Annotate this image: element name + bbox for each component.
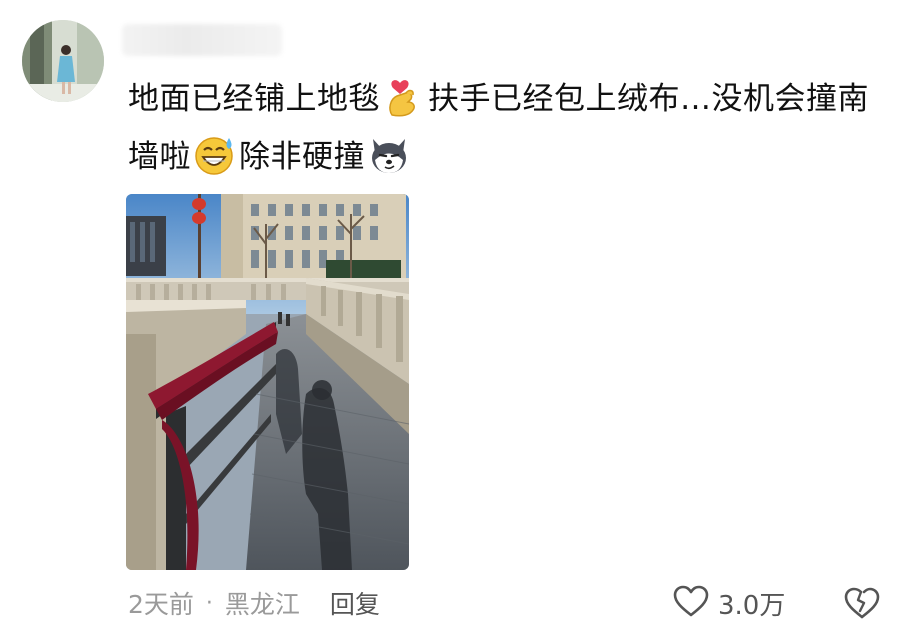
finger-heart-emoji-icon (382, 75, 426, 119)
underpass-ramp-photo (126, 194, 409, 570)
reply-button[interactable]: 回复 (330, 585, 380, 621)
username-blurred[interactable] (122, 24, 282, 56)
author-avatar[interactable] (22, 20, 104, 102)
comment-text-part1: 地面已经铺上地毯 (128, 81, 380, 117)
meta-separator: · (205, 590, 213, 616)
comment-photo[interactable] (126, 194, 409, 570)
like-count: 3.0万 (718, 590, 786, 621)
broken-heart-outline-icon (843, 587, 881, 625)
avatar-image (22, 20, 104, 102)
comment-text-part3: 除非硬撞 (239, 139, 365, 175)
like-button[interactable]: 3.0万 (672, 584, 785, 622)
heart-outline-icon (672, 584, 710, 622)
dislike-button[interactable] (843, 585, 881, 621)
comment-time: 2天前 (128, 590, 194, 619)
husky-dog-emoji-icon (367, 133, 411, 177)
comment-meta: 2天前 · 黑龙江 回复 (128, 585, 380, 621)
grinning-sweat-emoji-icon (193, 133, 237, 177)
comment-location: 黑龙江 (224, 590, 300, 619)
comment-body: 地面已经铺上地毯 扶手已经包上绒布…没机会撞南墙啦 除非硬撞 (128, 70, 898, 186)
